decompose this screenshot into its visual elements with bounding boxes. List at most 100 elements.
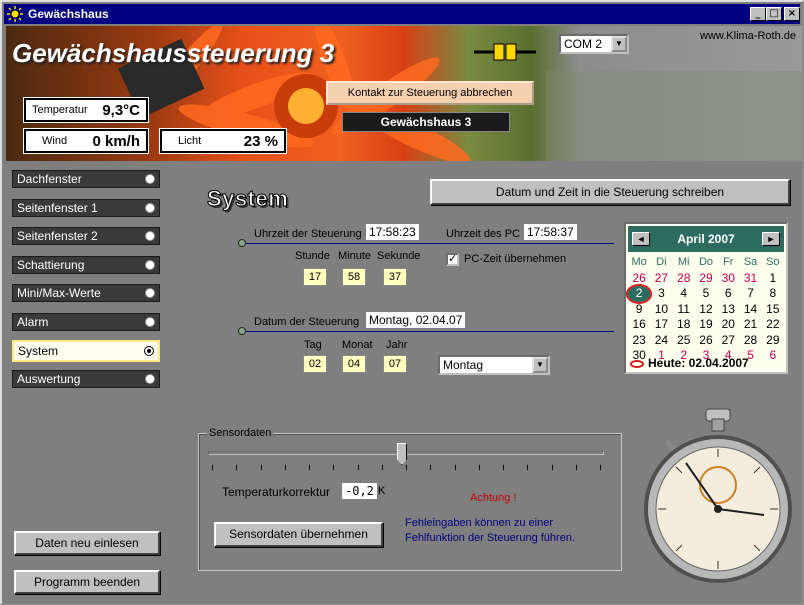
nav-system[interactable]: System [12, 340, 160, 362]
calendar-day[interactable]: 28 [673, 271, 695, 287]
calendar-day[interactable]: 11 [673, 302, 695, 318]
calendar-day[interactable]: 28 [739, 333, 761, 349]
close-button[interactable]: × [784, 7, 800, 21]
title-bar[interactable]: Gewächshaus _ □ × [4, 4, 800, 24]
calendar-day[interactable]: 20 [717, 317, 739, 333]
calendar-day[interactable]: 29 [695, 271, 717, 287]
calendar-day[interactable]: 1 [762, 271, 784, 287]
slider-tick [527, 465, 529, 470]
nav-dachfenster[interactable]: Dachfenster [12, 170, 160, 188]
second-input[interactable]: 37 [383, 268, 407, 286]
month-input[interactable]: 04 [342, 355, 366, 373]
calendar-day[interactable]: 29 [762, 333, 784, 349]
second-label: Sekunde [377, 250, 421, 262]
sensor-group-title: Sensordaten [207, 427, 274, 439]
calendar-day[interactable]: 23 [628, 333, 650, 349]
write-datetime-button[interactable]: Datum und Zeit in die Steuerung schreibe… [430, 179, 790, 205]
calendar-day[interactable]: 10 [650, 302, 672, 318]
light-display: Licht 23 % [159, 128, 287, 154]
year-input[interactable]: 07 [383, 355, 407, 373]
nav-alarm[interactable]: Alarm [12, 313, 160, 331]
nav-seitenfenster-2[interactable]: Seitenfenster 2 [12, 227, 160, 245]
controller-time-value: 17:58:23 [366, 224, 419, 240]
today-circle-icon [630, 359, 644, 368]
calendar-day[interactable]: 6 [762, 348, 784, 364]
reload-data-button[interactable]: Daten neu einlesen [14, 531, 160, 555]
calendar-day[interactable]: 16 [628, 317, 650, 333]
calendar-day[interactable]: 12 [695, 302, 717, 318]
calendar-today[interactable]: Heute: 02.04.2007 [630, 356, 749, 370]
calendar-day[interactable]: 9 [628, 302, 650, 318]
separator-line [246, 243, 614, 244]
wind-display: Wind 0 km/h [23, 128, 149, 154]
calendar-day[interactable]: 30 [717, 271, 739, 287]
temp-correction-input[interactable]: -0,2 [342, 483, 377, 499]
nav-mini-max-werte[interactable]: Mini/Max-Werte [12, 284, 160, 302]
calendar-day[interactable]: 18 [673, 317, 695, 333]
next-month-button[interactable]: ► [762, 232, 780, 246]
pc-time-value: 17:58:37 [524, 224, 577, 240]
exit-program-button[interactable]: Programm beenden [14, 570, 160, 594]
nav-label: Auswertung [17, 372, 81, 386]
calendar-day[interactable]: 7 [739, 286, 761, 302]
slider-tick [381, 465, 383, 470]
pc-time-label: Uhrzeit des PC [446, 228, 520, 240]
maximize-button[interactable]: □ [766, 7, 782, 21]
calendar-day[interactable]: 14 [739, 302, 761, 318]
light-label: Licht [178, 135, 202, 147]
calendar-day[interactable]: 4 [673, 286, 695, 302]
use-pc-time-checkbox[interactable]: ✓ [446, 253, 459, 266]
hour-input[interactable]: 17 [303, 268, 327, 286]
chevron-down-icon: ▼ [532, 357, 548, 373]
nav-label: Alarm [17, 315, 49, 329]
calendar-day[interactable]: 6 [717, 286, 739, 302]
calendar-day[interactable]: 19 [695, 317, 717, 333]
slider-tick [551, 465, 553, 470]
calendar-day[interactable]: 26 [695, 333, 717, 349]
calendar-day[interactable]: 24 [650, 333, 672, 349]
prev-month-button[interactable]: ◄ [632, 232, 650, 246]
slider-tick [454, 465, 456, 470]
slider-tick [333, 465, 335, 470]
com-port-select[interactable]: COM 2 ▼ [559, 34, 629, 54]
hour-label: Stunde [295, 250, 330, 262]
calendar-day[interactable]: 2 [625, 284, 653, 303]
nav-auswertung[interactable]: Auswertung [12, 370, 160, 388]
header-banner: Gewächshaussteuerung 3 www.Klima-Roth.de… [6, 26, 802, 161]
calendar: ◄ April 2007 ► Mo Di Mi Do Fr Sa So 26 27 28 29 30 3… [624, 222, 788, 374]
abort-contact-button[interactable]: Kontakt zur Steuerung abbrechen [326, 81, 534, 105]
apply-sensor-data-button[interactable]: Sensordaten übernehmen [214, 522, 383, 547]
radio-icon [145, 203, 155, 213]
day-input[interactable]: 02 [303, 355, 327, 373]
calendar-day[interactable]: 21 [739, 317, 761, 333]
com-port-value: COM 2 [564, 37, 603, 51]
slider-tick [430, 465, 432, 470]
day-label: Tag [304, 339, 322, 351]
calendar-day[interactable]: 15 [762, 302, 784, 318]
calendar-day[interactable]: 5 [695, 286, 717, 302]
weekday-select[interactable]: Montag ▼ [438, 355, 550, 375]
radio-icon [145, 374, 155, 384]
calendar-day[interactable]: 8 [762, 286, 784, 302]
nav-label: Seitenfenster 2 [17, 229, 98, 243]
nav-schattierung[interactable]: Schattierung [12, 256, 160, 274]
nav-label: Dachfenster [17, 172, 82, 186]
calendar-day[interactable]: 27 [717, 333, 739, 349]
calendar-week-row: 23 24 25 26 27 28 29 [628, 333, 784, 349]
temperature-label: Temperatur [32, 104, 88, 116]
separator-line [246, 331, 614, 332]
minute-input[interactable]: 58 [342, 268, 366, 286]
calendar-day[interactable]: 3 [650, 286, 672, 302]
calendar-day[interactable]: 25 [673, 333, 695, 349]
weekday-value: Montag [443, 358, 484, 372]
calendar-day[interactable]: 31 [739, 271, 761, 287]
month-label: Monat [342, 339, 373, 351]
slider-tick [503, 465, 504, 470]
calendar-day[interactable]: 22 [762, 317, 784, 333]
minimize-button[interactable]: _ [750, 7, 766, 21]
website-link[interactable]: www.Klima-Roth.de [700, 30, 796, 42]
calendar-day[interactable]: 17 [650, 317, 672, 333]
calendar-day[interactable]: 27 [650, 271, 672, 287]
calendar-day[interactable]: 13 [717, 302, 739, 318]
nav-seitenfenster-1[interactable]: Seitenfenster 1 [12, 199, 160, 217]
